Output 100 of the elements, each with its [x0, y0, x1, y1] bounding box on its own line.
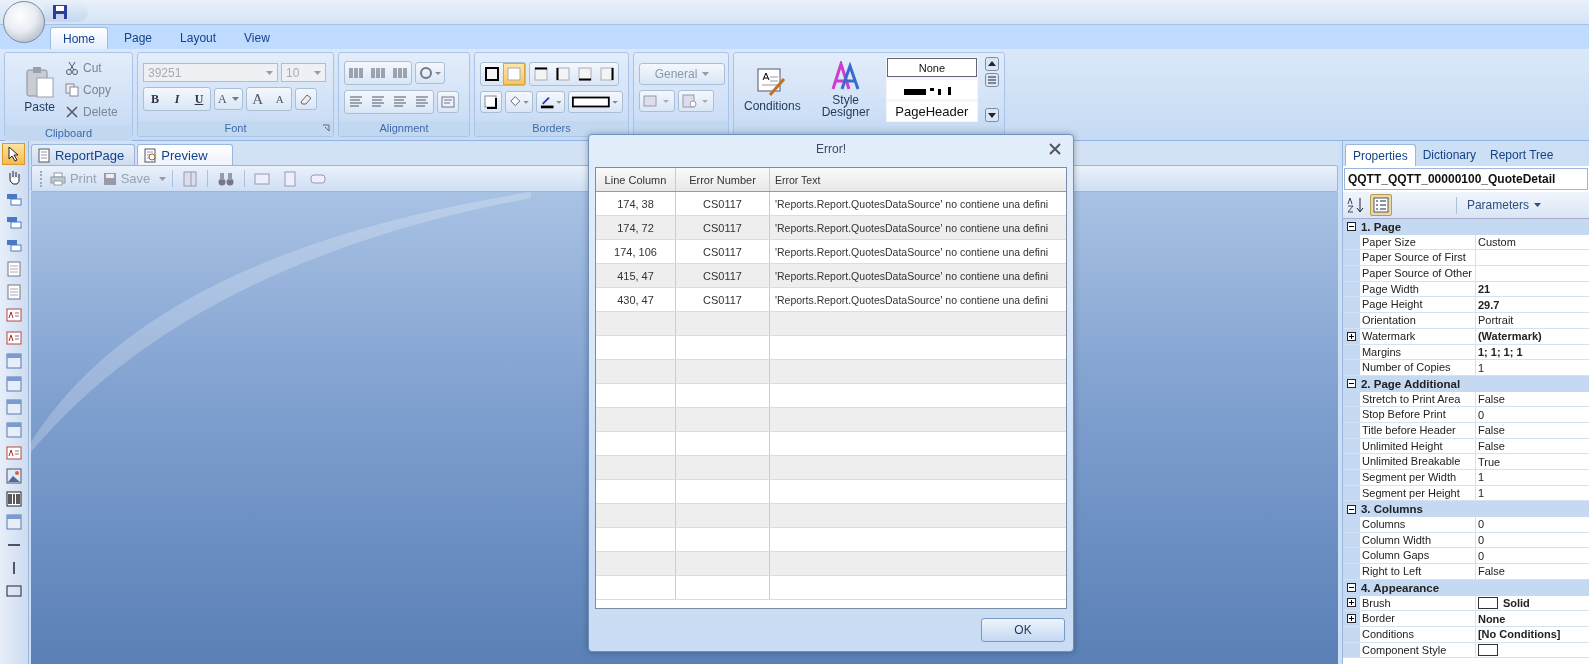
collapse-icon[interactable]: [1346, 504, 1356, 514]
column-header[interactable]: Line Column: [596, 168, 676, 191]
rotate-button[interactable]: [415, 61, 445, 84]
parameters-dropdown[interactable]: Parameters: [1460, 198, 1547, 212]
expand-icon[interactable]: [1346, 598, 1356, 608]
row-gutter: [1342, 250, 1360, 266]
column-header[interactable]: Error Number: [676, 168, 770, 191]
conditions-button[interactable]: Conditions: [739, 65, 806, 114]
document-tab[interactable]: Preview: [137, 144, 233, 165]
row-gutter: [1342, 454, 1360, 469]
scroll-up-icon[interactable]: [985, 57, 999, 71]
dialog-launcher-icon[interactable]: [322, 124, 330, 132]
copy-icon: [65, 82, 79, 97]
eraser-button[interactable]: [294, 88, 317, 110]
property-value: False: [1477, 424, 1505, 437]
ok-button[interactable]: OK: [981, 618, 1065, 642]
category-row[interactable]: 3. Columns: [1342, 501, 1589, 518]
component-combo[interactable]: QQTT_QQTT_00000100_QuoteDetail: [1343, 168, 1588, 190]
property-name: Orientation: [1359, 313, 1476, 328]
expand-icon[interactable]: [1346, 614, 1356, 624]
ribbon-tab[interactable]: Home: [50, 27, 108, 49]
property-name: Brush: [1359, 595, 1476, 611]
panel-icon: [5, 399, 22, 415]
border-icon: [507, 66, 521, 81]
table-row[interactable]: 174, 38 CS0117 'Reports.Report.QuotesDataSource' no contiene una defini: [596, 192, 1066, 216]
table-cell: CS0117: [676, 288, 770, 311]
text-box-icon: [5, 330, 22, 346]
horizontal-line-icon: [6, 543, 21, 547]
category-title: 1. Page: [1360, 220, 1402, 233]
property-value: 1: [1477, 471, 1485, 484]
style-item[interactable]: None: [886, 58, 977, 77]
save-icon[interactable]: [52, 4, 68, 20]
style-designer-button[interactable]: Style Designer: [810, 59, 881, 120]
style-item[interactable]: PageHeader: [886, 102, 977, 121]
page-icon: [144, 147, 158, 163]
property-name: Column Gaps: [1359, 548, 1476, 564]
property-name: Margins: [1359, 344, 1476, 360]
style-item[interactable]: [886, 80, 977, 99]
caret-icon: [702, 71, 710, 76]
table-cell-text: 'Reports.Report.QuotesDataSource' no contiene una defini: [774, 220, 1050, 236]
table-cell: CS0117: [676, 192, 770, 215]
row-gutter: [1342, 360, 1360, 375]
property-value: Portrait: [1477, 314, 1514, 327]
table-cell: 430, 47: [596, 288, 676, 311]
sort-az-icon[interactable]: [1345, 196, 1366, 214]
property-name: Columns: [1359, 517, 1476, 532]
property-name: Border: [1359, 611, 1476, 626]
columns-icon[interactable]: [182, 170, 199, 187]
group-title: Borders: [532, 121, 571, 136]
line-style-button[interactable]: [568, 90, 623, 113]
table-row[interactable]: 430, 47 CS0117 'Reports.Report.QuotesDataSource' no contiene una defini: [596, 288, 1066, 312]
property-value: False: [1477, 439, 1505, 452]
paste-button[interactable]: Paste: [19, 64, 60, 115]
format-button[interactable]: [678, 89, 714, 112]
close-icon[interactable]: [1049, 143, 1061, 155]
row-gutter: [1342, 266, 1360, 281]
table-cell: 174, 38: [596, 192, 676, 215]
ribbon-tab[interactable]: Page: [112, 27, 165, 49]
binoculars-icon[interactable]: [217, 170, 236, 187]
property-name: Unlimited Breakable: [1359, 454, 1476, 469]
table-cell: CS0117: [676, 216, 770, 239]
property-value: 1: [1477, 361, 1485, 374]
collapse-icon[interactable]: [1346, 222, 1356, 232]
collapse-icon[interactable]: [1346, 583, 1356, 593]
table-row[interactable]: 415, 47 CS0117 'Reports.Report.QuotesDataSource' no contiene una defini: [596, 264, 1066, 288]
paint-bucket-icon: [509, 94, 529, 109]
caret-icon: [231, 97, 239, 101]
ribbon-tab[interactable]: Layout: [168, 27, 229, 49]
wrap-icon: [441, 95, 455, 108]
property-name: Page Width: [1359, 281, 1476, 297]
panel-tab[interactable]: Properties: [1344, 144, 1416, 166]
category-row[interactable]: 1. Page: [1342, 219, 1589, 235]
tool-button[interactable]: [2, 143, 26, 165]
table-row[interactable]: 174, 106 CS0117 'Reports.Report.QuotesDataSource' no contiene una defini: [596, 240, 1066, 264]
panel-tab[interactable]: Dictionary: [1415, 144, 1483, 166]
fill-color-button[interactable]: [505, 90, 533, 113]
dialog-title: Error!: [816, 142, 846, 156]
property-name: Right to Left: [1359, 564, 1476, 579]
panel-tab[interactable]: Report Tree: [1483, 144, 1561, 166]
scroll-down-icon[interactable]: [985, 108, 999, 122]
property-value: 1: [1477, 487, 1485, 500]
band-icon: [5, 192, 22, 208]
document-tab[interactable]: ReportPage: [30, 144, 136, 165]
property-value: Custom: [1477, 236, 1516, 249]
shadow-button[interactable]: [480, 90, 502, 113]
table-row[interactable]: 174, 72 CS0117 'Reports.Report.QuotesDataSource' no contiene una defini: [596, 216, 1066, 240]
ribbon-tab[interactable]: View: [232, 27, 282, 49]
property-name: Paper Size: [1359, 234, 1476, 250]
format-icon: [643, 93, 671, 108]
column-header[interactable]: Error Text: [770, 168, 1066, 191]
property-value: 0: [1477, 408, 1485, 421]
word-wrap-button[interactable]: [437, 90, 459, 113]
image-icon: [5, 468, 22, 484]
property-value: 0: [1477, 549, 1485, 562]
border-color-button[interactable]: [535, 90, 566, 113]
expand-icon[interactable]: [1346, 331, 1356, 341]
collapse-icon[interactable]: [1346, 379, 1356, 389]
property-value: Solid: [1502, 596, 1530, 609]
panel-icon: [5, 514, 22, 530]
property-value: 0: [1477, 518, 1485, 531]
